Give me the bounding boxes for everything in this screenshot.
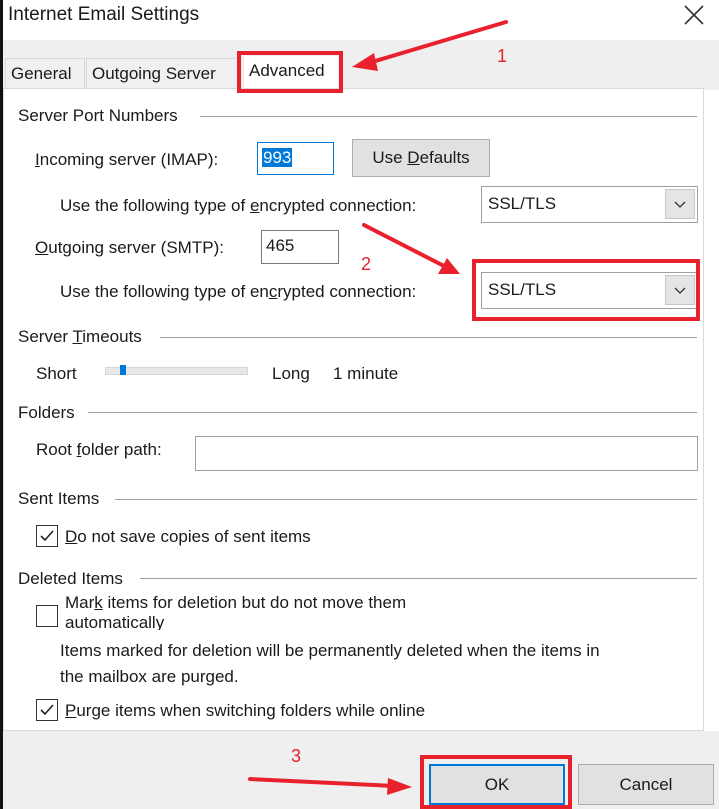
annotation-arrows xyxy=(248,20,508,795)
arrow-icon-step-1 xyxy=(352,20,508,71)
arrow-icon-step-3 xyxy=(248,777,412,795)
window-border-left xyxy=(0,0,3,809)
arrow-icon-step-2 xyxy=(362,223,460,274)
